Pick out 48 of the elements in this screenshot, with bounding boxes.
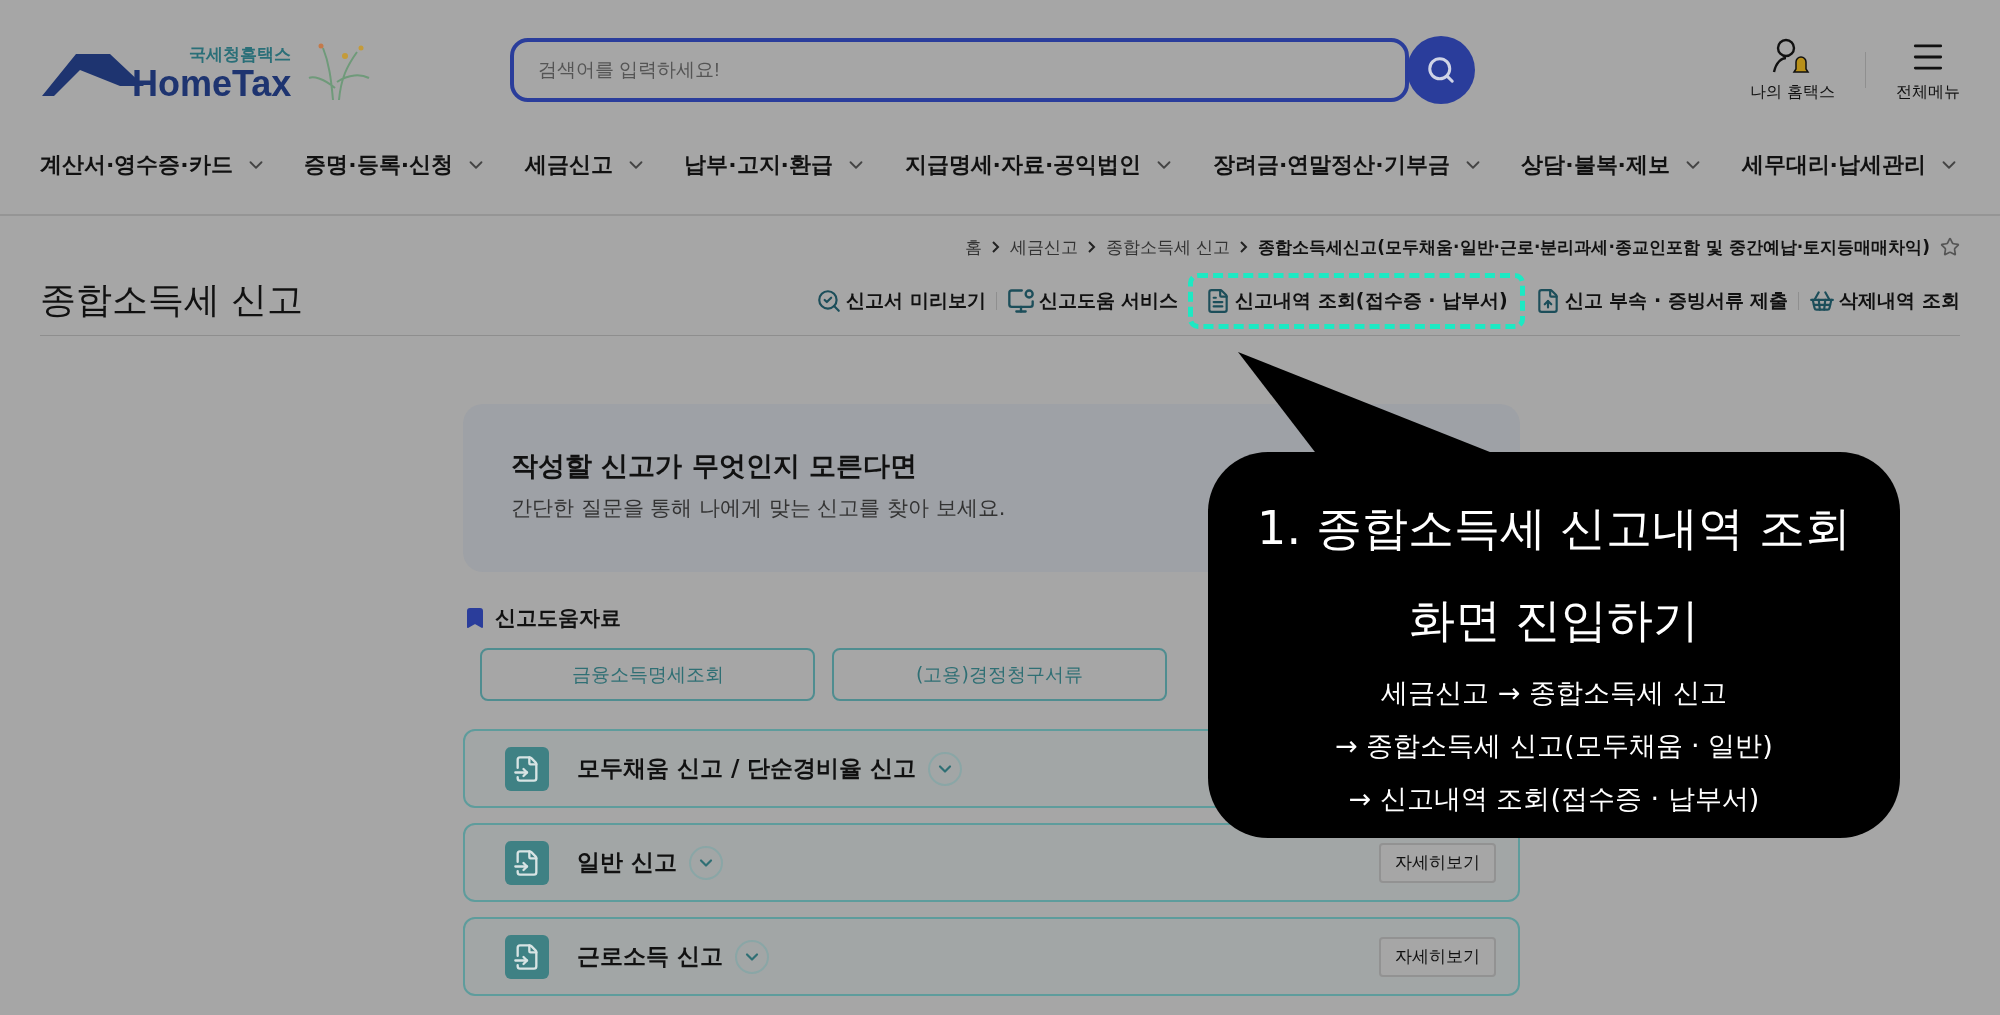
guide-title: 작성할 신고가 무엇인지 모른다면	[511, 449, 919, 483]
callout-step: 세금신고 → 종합소득세 신고	[1381, 666, 1727, 719]
section-title: 신고도움자료	[495, 605, 621, 632]
report-type-row[interactable]: 일반 신고 자세히보기	[463, 823, 1520, 902]
guide-text: 간단한 질문을 통해 나에게 맞는 신고를 찾아 보세요.	[511, 495, 1007, 522]
expand-button[interactable]	[689, 845, 723, 880]
document-icon	[505, 840, 549, 885]
callout-title: 화면 진입하기	[1408, 592, 1700, 649]
toolbar-link[interactable]: 삭제내역 조회	[1809, 287, 1960, 314]
breadcrumb-link[interactable]: 종합소득세 신고	[1105, 235, 1231, 259]
search-icon	[1426, 55, 1456, 85]
toolbar-link[interactable]: 신고서 미리보기	[816, 287, 986, 314]
nav-menu-item[interactable]: 세금신고	[524, 150, 647, 180]
star-icon[interactable]	[1940, 237, 1960, 257]
toolbar-link[interactable]: 신고내역 조회(접수증 · 납부서)	[1188, 272, 1525, 329]
search-check-icon	[816, 287, 842, 314]
chevron-right-icon	[1240, 241, 1249, 253]
toolbar-link[interactable]: 신고 부속 · 증빙서류 제출	[1534, 287, 1789, 314]
expand-button[interactable]	[928, 751, 963, 786]
nav-menu-item[interactable]: 지급명세·자료·공익법인	[904, 150, 1176, 180]
details-button[interactable]: 자세히보기	[1379, 936, 1496, 977]
nav-menu-item[interactable]: 장려금·연말정산·기부금	[1212, 150, 1484, 180]
monitor-icon	[1006, 286, 1035, 315]
chevron-right-icon	[1087, 241, 1096, 253]
breadcrumb-link[interactable]: 세금신고	[1009, 235, 1078, 259]
breadcrumb-link[interactable]: 종합소득세신고(모두채움·일반·근로·분리과세·종교인포함 및 중간예납·토지등매매차익)	[1258, 235, 1930, 259]
nav-menu-item[interactable]: 상담·불복·제보	[1521, 150, 1704, 180]
logo-subtitle: 국세청홈택스	[189, 43, 292, 66]
all-menu-button[interactable]: 전체메뉴	[1896, 37, 1960, 103]
search-field[interactable]: 검색어를 입력하세요!	[510, 38, 1409, 102]
expand-button[interactable]	[735, 939, 769, 974]
breadcrumb-link[interactable]: 홈	[964, 235, 982, 259]
my-hometax-button[interactable]: 나의 홈택스	[1749, 37, 1835, 103]
toolbar-link[interactable]: 신고도움 서비스	[1006, 286, 1179, 315]
nav-menu-item[interactable]: 계산서·영수증·카드	[40, 150, 267, 180]
nav-menu-item[interactable]: 납부·고지·환급	[684, 150, 867, 180]
nav-menu-item[interactable]: 세무대리·납세관리	[1741, 150, 1960, 180]
document-icon	[505, 746, 549, 791]
report-type-row[interactable]: 근로소득 신고 자세히보기	[463, 917, 1520, 996]
report-type-title: 일반 신고	[577, 848, 677, 877]
page-title: 종합소득세 신고	[40, 278, 304, 322]
nav-menu-item[interactable]: 증명·등록·신청	[304, 150, 488, 180]
logo-wordmark[interactable]: HomeTax	[132, 66, 292, 102]
chevron-right-icon	[991, 241, 1000, 253]
report-type-title: 모두채움 신고 / 단순경비율 신고	[577, 754, 917, 783]
document-icon	[505, 934, 549, 979]
details-button[interactable]: 자세히보기	[1379, 842, 1496, 883]
report-type-title: 근로소득 신고	[577, 942, 723, 971]
